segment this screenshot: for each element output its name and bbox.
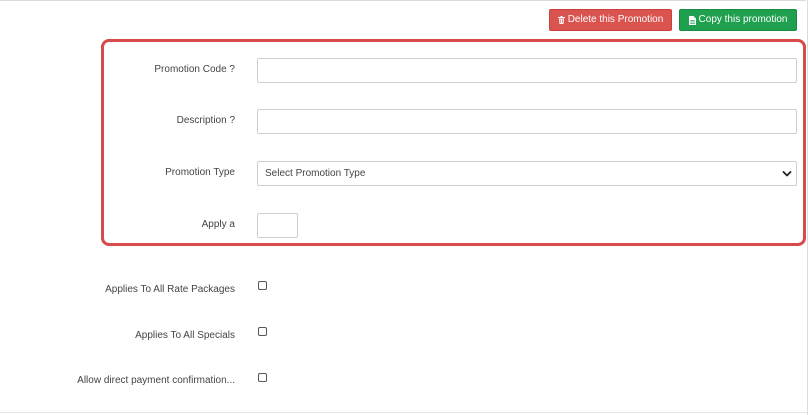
applies-to-all-rate-packages-label: Applies To All Rate Packages (105, 284, 235, 295)
document-icon (688, 15, 696, 25)
trash-icon (557, 16, 565, 24)
allow-direct-payment-checkbox[interactable] (258, 373, 267, 382)
description-input[interactable] (257, 109, 797, 134)
promotion-code-label: Promotion Code ? (154, 64, 235, 75)
copy-promotion-button[interactable]: Copy this promotion (679, 9, 797, 31)
promotion-type-label: Promotion Type (165, 167, 235, 178)
applies-to-all-specials-checkbox[interactable] (258, 327, 267, 336)
apply-label: Apply a (201, 219, 235, 230)
applies-to-all-rate-packages-checkbox[interactable] (258, 281, 267, 290)
bottom-divider (0, 412, 808, 413)
promotion-type-select[interactable]: Select Promotion Type (257, 161, 797, 186)
description-label: Description ? (176, 115, 235, 126)
copy-promotion-label: Copy this promotion (698, 14, 788, 25)
delete-promotion-label: Delete this Promotion (567, 14, 664, 25)
applies-to-all-specials-label: Applies To All Specials (135, 330, 235, 341)
promotion-type-selected: Select Promotion Type (265, 168, 366, 179)
top-border (0, 0, 806, 1)
chevron-down-icon (782, 169, 792, 182)
delete-promotion-button[interactable]: Delete this Promotion (549, 9, 672, 31)
promotion-code-input[interactable] (257, 58, 797, 83)
allow-direct-payment-label: Allow direct payment confirmation... (77, 375, 235, 386)
apply-input[interactable] (257, 213, 298, 238)
